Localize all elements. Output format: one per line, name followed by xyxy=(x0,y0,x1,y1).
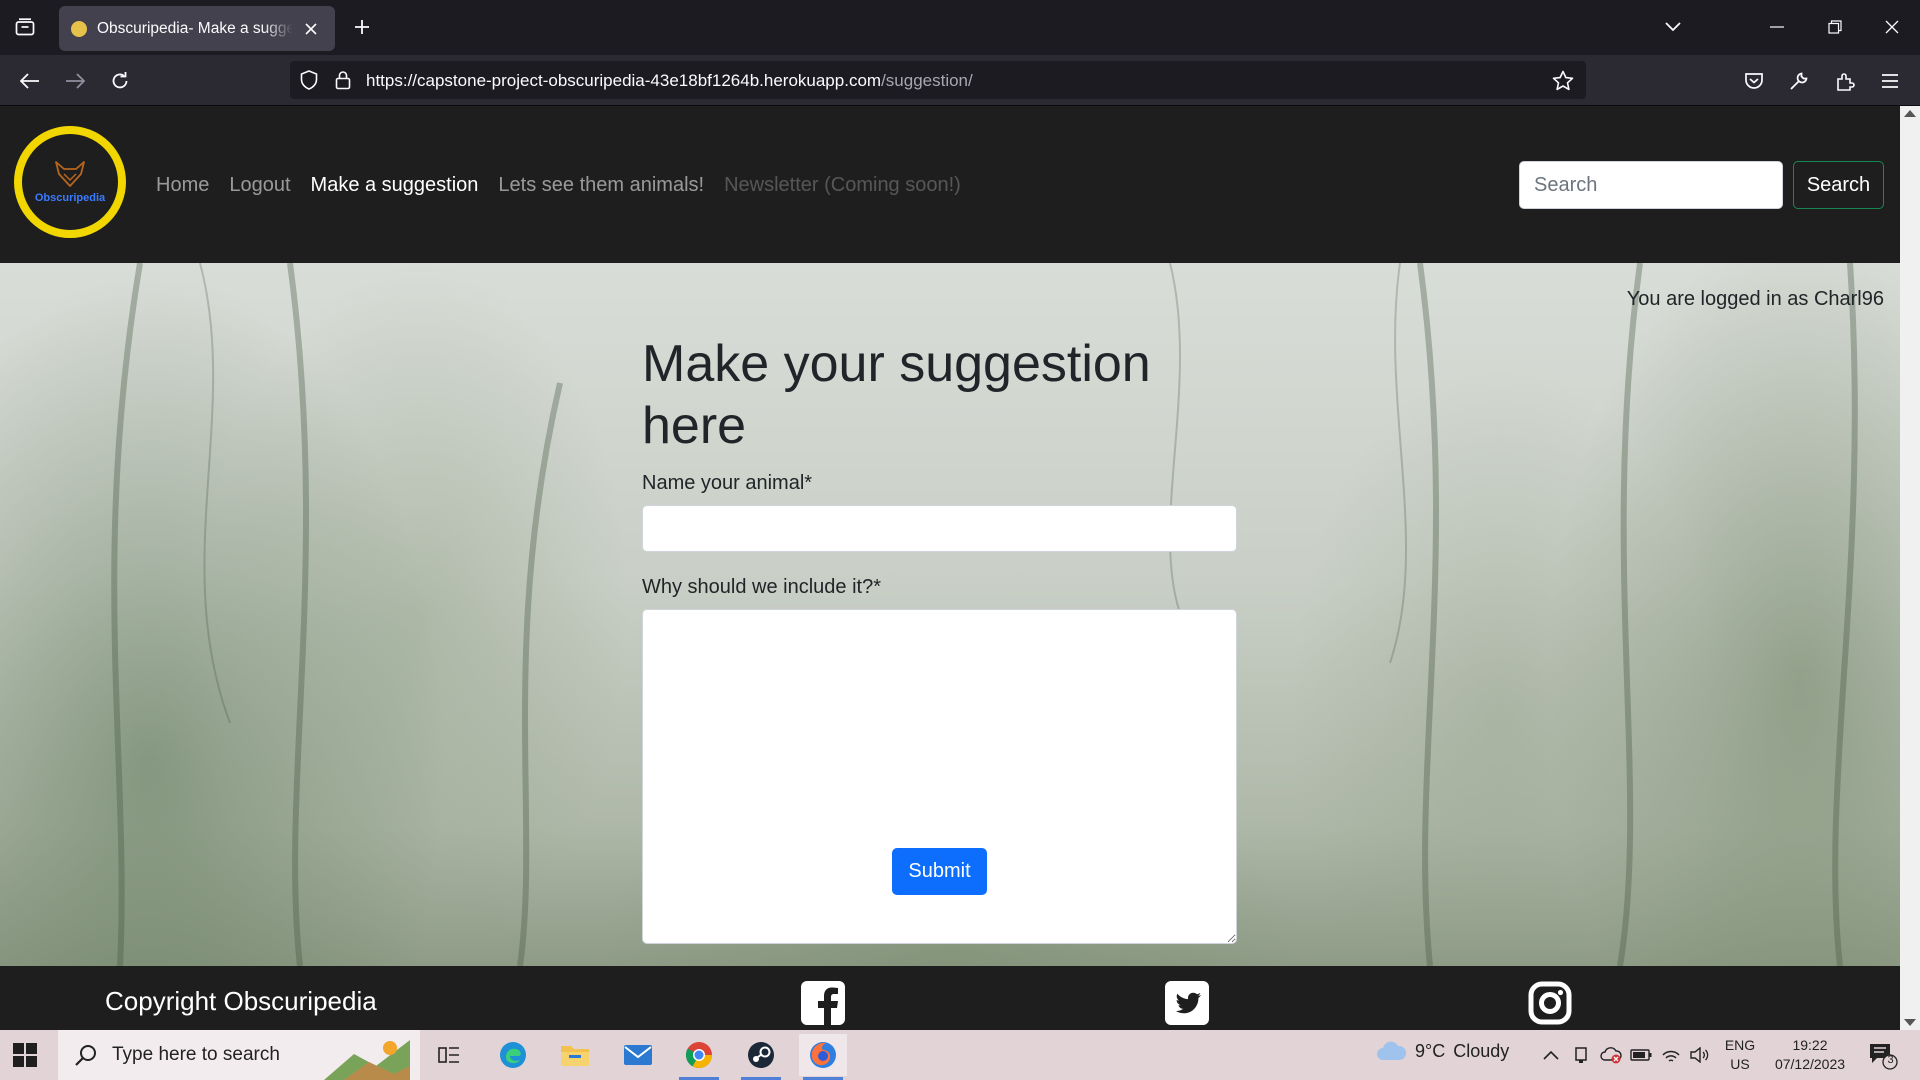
nav-home[interactable]: Home xyxy=(156,169,219,201)
weather-widget[interactable]: 9°C Cloudy xyxy=(1375,1040,1509,1062)
site-favicon-icon xyxy=(71,20,87,37)
site-logo[interactable]: Obscuripedia xyxy=(14,126,126,238)
logged-in-status: You are logged in as Charl96 xyxy=(1626,288,1884,310)
firefox-icon[interactable] xyxy=(799,1034,847,1080)
url-text: https://capstone-project-obscuripedia-43… xyxy=(366,71,973,91)
fox-icon xyxy=(55,161,85,187)
clock-date: 07/12/2023 xyxy=(1774,1056,1846,1072)
device-tray-icon[interactable] xyxy=(1570,1044,1592,1066)
browser-tab-active[interactable]: Obscuripedia- Make a suggestion xyxy=(59,6,335,51)
system-clock[interactable]: 19:22 07/12/2023 xyxy=(1762,1036,1858,1074)
search-highlight-art-icon xyxy=(324,1040,410,1080)
submit-button[interactable]: Submit xyxy=(892,848,987,895)
mail-icon[interactable] xyxy=(614,1034,662,1076)
tab-title: Obscuripedia- Make a suggestion xyxy=(97,19,293,37)
windows-start-icon[interactable] xyxy=(12,1042,38,1068)
weather-condition: Cloudy xyxy=(1453,1040,1510,1061)
app-menu-icon[interactable] xyxy=(1872,63,1908,99)
windows-taskbar: Type here to search 9°C Cloudy ENG US 19… xyxy=(0,1030,1920,1080)
task-view-icon[interactable] xyxy=(425,1034,473,1076)
file-explorer-icon[interactable] xyxy=(551,1034,599,1076)
chrome-icon[interactable] xyxy=(675,1034,723,1080)
logo-text: Obscuripedia xyxy=(34,192,106,204)
twitter-icon[interactable] xyxy=(1164,980,1210,1026)
taskbar-search-placeholder: Type here to search xyxy=(112,1044,280,1065)
copyright-text: Copyright Obscuripedia xyxy=(105,986,377,1016)
instagram-icon[interactable] xyxy=(1527,980,1573,1026)
cloud-icon xyxy=(1377,1041,1407,1060)
browser-toolbar: https://capstone-project-obscuripedia-43… xyxy=(0,55,1920,105)
url-path: /suggestion/ xyxy=(881,71,973,90)
list-all-tabs-icon[interactable] xyxy=(1653,8,1693,46)
lock-icon[interactable] xyxy=(332,69,354,91)
search-icon xyxy=(75,1045,96,1066)
taskbar-search-box[interactable]: Type here to search xyxy=(58,1030,420,1080)
language-indicator[interactable]: ENG US xyxy=(1722,1036,1758,1074)
animal-name-input[interactable] xyxy=(642,505,1237,552)
site-header: Obscuripedia Home Logout Make a suggesti… xyxy=(0,106,1900,263)
tracking-shield-icon[interactable] xyxy=(298,69,320,91)
show-hidden-icons-chevron-icon[interactable] xyxy=(1540,1044,1562,1066)
scroll-up-icon[interactable] xyxy=(1904,110,1916,117)
close-window-icon[interactable] xyxy=(1872,8,1912,46)
search-input[interactable] xyxy=(1519,161,1783,209)
url-host: https://capstone-project-obscuripedia-43… xyxy=(366,71,882,90)
steam-icon[interactable] xyxy=(737,1034,785,1080)
reason-label: Why should we include it?* xyxy=(642,576,882,598)
tab-close-icon[interactable] xyxy=(299,17,323,41)
restore-icon[interactable] xyxy=(1815,8,1855,46)
forward-arrow-icon[interactable] xyxy=(57,63,93,99)
minimize-icon[interactable] xyxy=(1757,8,1797,46)
notification-center-icon[interactable]: 3 xyxy=(1868,1042,1898,1070)
onedrive-error-icon[interactable] xyxy=(1600,1044,1622,1066)
page-scrollbar[interactable] xyxy=(1900,106,1920,1030)
extensions-icon[interactable] xyxy=(1827,63,1863,99)
web-page: Obscuripedia Home Logout Make a suggesti… xyxy=(0,106,1900,1030)
facebook-icon[interactable] xyxy=(800,980,846,1026)
back-arrow-icon[interactable] xyxy=(12,63,48,99)
battery-icon[interactable] xyxy=(1630,1044,1652,1066)
nav-newsletter: Newsletter (Coming soon!) xyxy=(724,174,961,196)
nav-make-suggestion[interactable]: Make a suggestion xyxy=(301,169,489,201)
edge-browser-icon[interactable] xyxy=(489,1034,537,1076)
volume-icon[interactable] xyxy=(1688,1044,1710,1066)
site-footer: Copyright Obscuripedia xyxy=(0,966,1900,1030)
browser-tab-bar: Obscuripedia- Make a suggestion xyxy=(0,0,1920,55)
language-code: ENG xyxy=(1724,1037,1756,1053)
nav-animals[interactable]: Lets see them animals! xyxy=(488,169,714,201)
weather-temp: 9°C xyxy=(1415,1040,1446,1061)
wifi-icon[interactable] xyxy=(1660,1044,1682,1066)
nav-logout[interactable]: Logout xyxy=(219,169,300,201)
animal-name-label: Name your animal* xyxy=(642,472,813,494)
pocket-icon[interactable] xyxy=(1736,63,1772,99)
address-bar[interactable]: https://capstone-project-obscuripedia-43… xyxy=(290,61,1586,99)
new-tab-icon[interactable] xyxy=(345,10,379,44)
wrench-icon[interactable] xyxy=(1781,63,1817,99)
keyboard-region: US xyxy=(1730,1056,1750,1072)
notification-count: 3 xyxy=(1887,1054,1894,1066)
clock-time: 19:22 xyxy=(1792,1037,1828,1053)
site-nav: Home Logout Make a suggestion Lets see t… xyxy=(156,169,971,201)
scroll-down-icon[interactable] xyxy=(1904,1019,1916,1026)
bookmark-star-icon[interactable] xyxy=(1552,69,1574,91)
tab-list-icon[interactable] xyxy=(8,10,42,44)
page-title: Make your suggestion here xyxy=(642,335,1151,455)
reload-icon[interactable] xyxy=(102,63,138,99)
search-button[interactable]: Search xyxy=(1793,161,1884,209)
